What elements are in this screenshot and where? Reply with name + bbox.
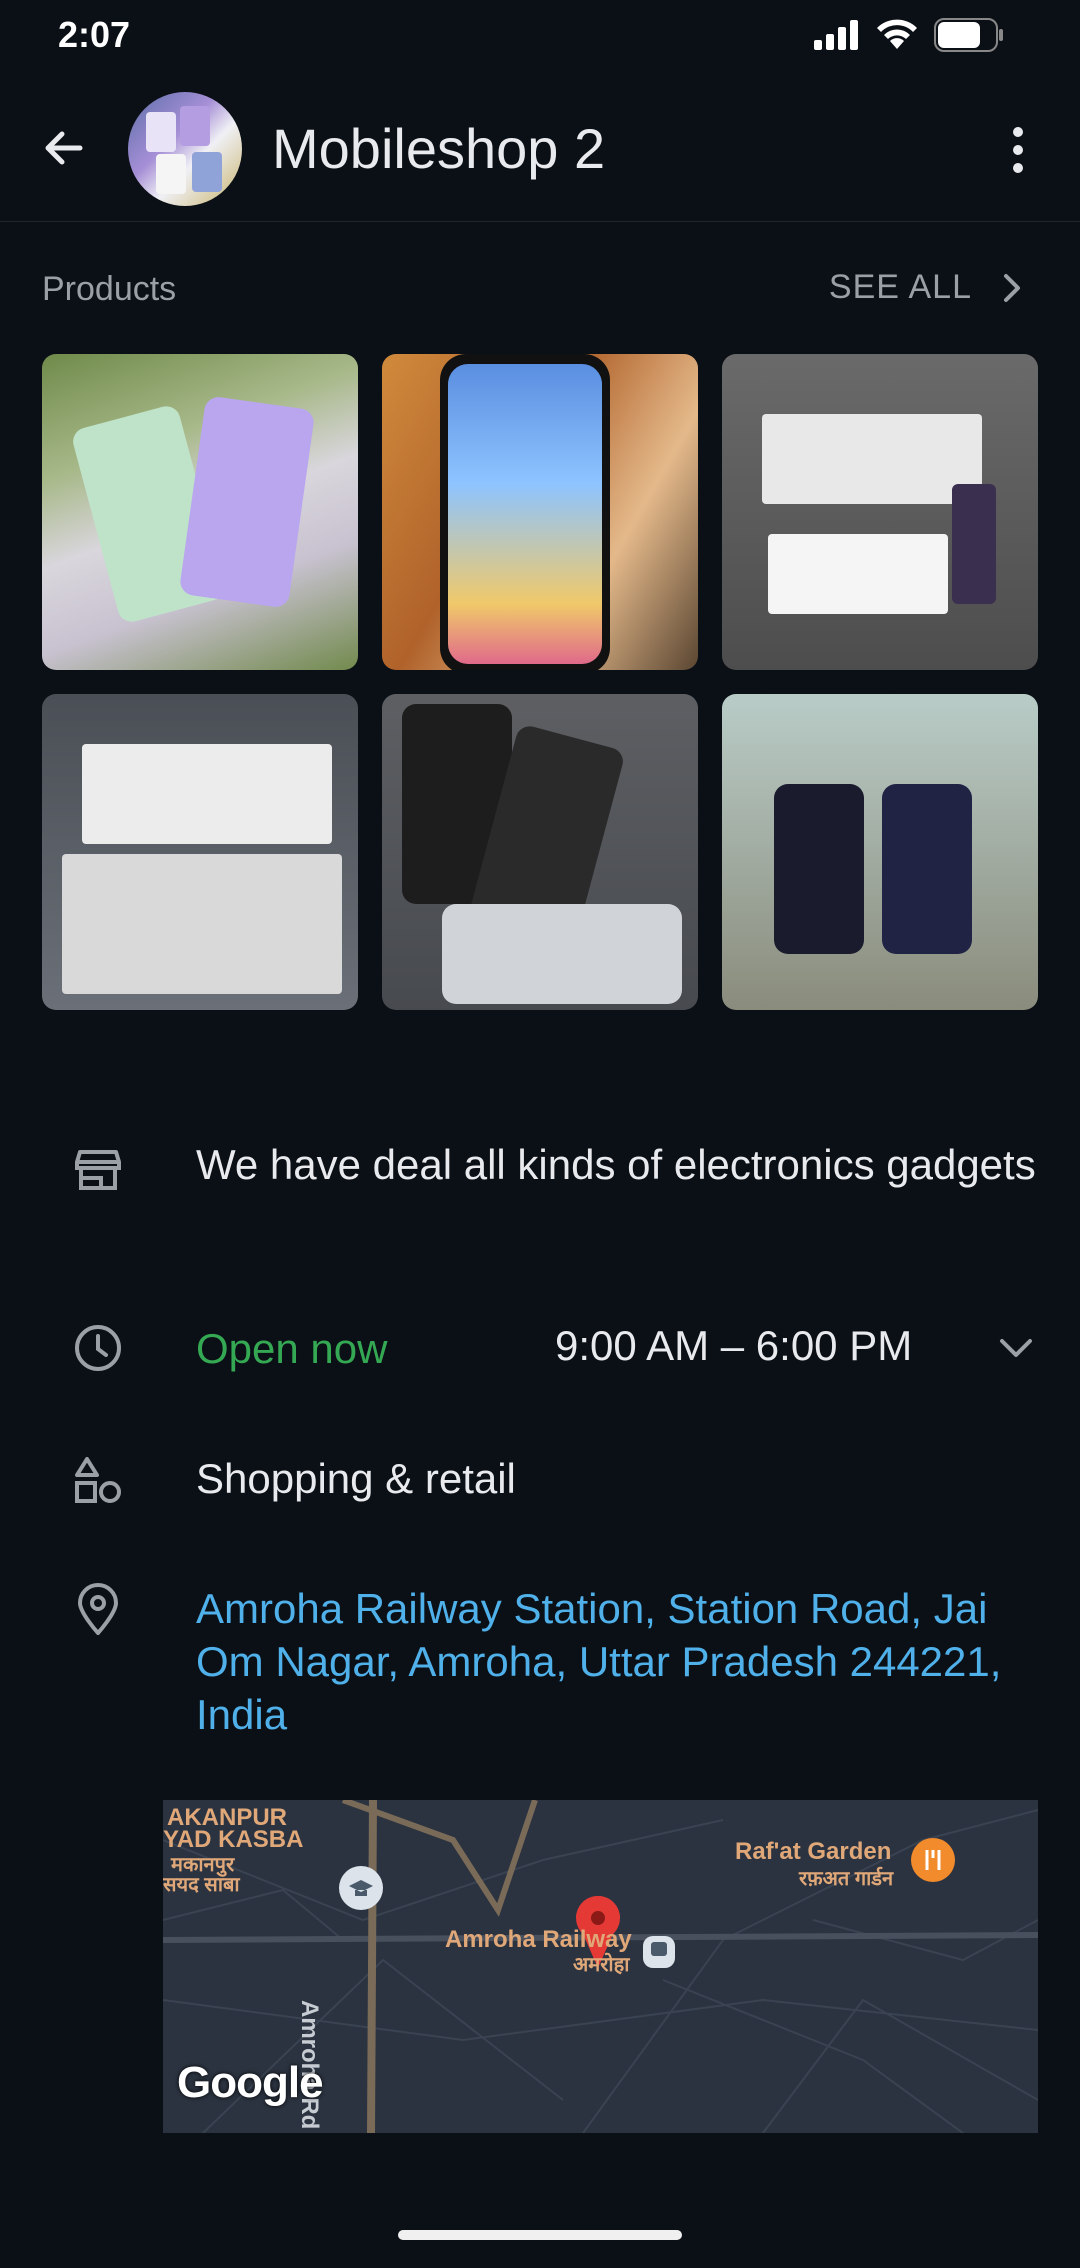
signal-icon: [814, 20, 858, 50]
open-status: Open now: [196, 1325, 388, 1372]
product-thumbnail[interactable]: [382, 354, 698, 670]
more-options-button[interactable]: [990, 120, 1046, 180]
back-button[interactable]: [36, 120, 92, 176]
storefront-icon: [70, 1142, 126, 1198]
status-bar: 2:07: [0, 0, 1080, 72]
description-row: We have deal all kinds of electronics ga…: [0, 1138, 1080, 1248]
opening-hours: 9:00 AM – 6:00 PM: [555, 1322, 913, 1369]
product-grid: [42, 354, 1038, 1010]
battery-icon: [934, 18, 1003, 52]
see-all-label: SEE ALL: [828, 268, 972, 306]
business-title: Mobileshop 2: [272, 117, 606, 180]
product-thumbnail[interactable]: [722, 694, 1038, 1010]
category-row: Shopping & retail: [0, 1452, 1080, 1512]
chevron-down-icon: [1000, 1339, 1032, 1357]
category-icon: [70, 1452, 126, 1508]
more-vert-icon: [1013, 127, 1023, 137]
product-thumbnail[interactable]: [382, 694, 698, 1010]
chevron-right-icon: [1004, 273, 1020, 302]
address-row[interactable]: Amroha Railway Station, Station Road, Ja…: [0, 1582, 1080, 1747]
google-logo: Google: [177, 2058, 324, 2107]
home-indicator[interactable]: [398, 2230, 682, 2240]
product-thumbnail[interactable]: [42, 354, 358, 670]
app-header: Mobileshop 2: [0, 72, 1080, 222]
hours-row[interactable]: Open now 9:00 AM – 6:00 PM: [0, 1320, 1080, 1380]
expand-hours-button[interactable]: [988, 1320, 1044, 1376]
product-thumbnail[interactable]: [42, 694, 358, 1010]
map-label: अमरोहा: [573, 1954, 630, 1976]
product-thumbnail[interactable]: [722, 354, 1038, 670]
map-label: सयद साबा: [163, 1874, 240, 1896]
restaurant-icon: [911, 1838, 955, 1882]
business-address[interactable]: Amroha Railway Station, Station Road, Ja…: [196, 1582, 1056, 1741]
map-label: रफ़अत गार्डन: [799, 1868, 894, 1890]
map-label: Raf'at Garden: [735, 1838, 892, 1865]
location-pin-icon: [70, 1582, 126, 1638]
business-avatar[interactable]: [128, 92, 242, 206]
arrow-back-icon: [45, 131, 83, 165]
location-map[interactable]: AKANPUR YAD KASBA मकानपुर सयद साबा Raf'a…: [163, 1800, 1038, 2133]
clock-icon: [70, 1320, 126, 1376]
business-category: Shopping & retail: [196, 1455, 516, 1502]
status-icons: [814, 18, 1004, 52]
products-heading: Products: [42, 270, 177, 308]
business-description: We have deal all kinds of electronics ga…: [196, 1141, 1036, 1188]
status-time: 2:07: [58, 14, 131, 55]
wifi-icon: [877, 19, 917, 49]
see-all-button[interactable]: SEE ALL: [829, 268, 1024, 307]
